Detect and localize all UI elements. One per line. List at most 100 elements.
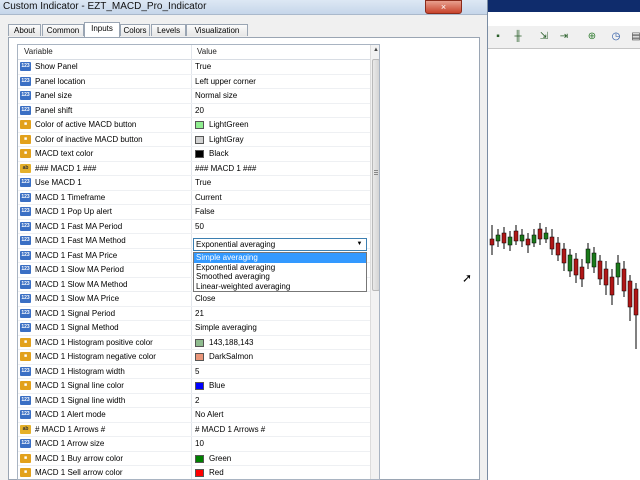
candle-body <box>549 236 555 250</box>
table-row[interactable]: 123 MACD 1 Signal line width 2 <box>18 394 370 408</box>
variable-name: MACD 1 Arrow size <box>35 439 105 448</box>
autoscroll-icon[interactable]: ⇲ <box>536 30 552 44</box>
variable-value[interactable]: Current <box>195 191 222 205</box>
variable-value[interactable]: 2 <box>195 394 199 408</box>
variable-value[interactable]: # MACD 1 Arrows # <box>195 423 265 437</box>
variable-value[interactable]: False <box>195 205 215 219</box>
candle-body <box>513 230 519 242</box>
color-swatch[interactable] <box>195 454 204 463</box>
numeric-param-icon: 123 <box>20 221 31 231</box>
color-swatch[interactable] <box>195 135 204 144</box>
scroll-thumb[interactable] <box>372 59 379 291</box>
variable-value[interactable]: Left upper corner <box>195 75 256 89</box>
table-row[interactable]: ■ MACD 1 Signal line color Blue <box>18 379 370 394</box>
variable-value[interactable]: Simple averaging <box>195 321 257 335</box>
table-row[interactable]: ■ MACD text color Black <box>18 147 370 162</box>
templates-icon[interactable]: ▤ <box>628 30 640 44</box>
table-row[interactable]: ■ MACD 1 Histogram positive color 143,188,… <box>18 336 370 350</box>
table-row[interactable]: 123 Use MACD 1 True <box>18 176 370 191</box>
variable-name: MACD 1 Buy arrow color <box>35 453 124 463</box>
dropdown-option[interactable]: Simple averaging <box>194 253 366 263</box>
chevron-down-icon[interactable]: ▼ <box>354 240 365 249</box>
variable-name: MACD 1 Histogram positive color <box>35 337 153 347</box>
tab-about[interactable]: About <box>8 24 41 36</box>
table-row[interactable]: 123 MACD 1 Pop Up alert False <box>18 205 370 220</box>
table-row[interactable]: 123 MACD 1 Alert mode No Alert <box>18 408 370 423</box>
color-swatch[interactable] <box>195 382 204 390</box>
variable-value[interactable]: Green <box>209 452 231 466</box>
variable-value[interactable]: Black <box>209 147 229 161</box>
chart-bars-icon[interactable]: ╫ <box>510 30 526 44</box>
column-header-variable[interactable]: Variable <box>24 45 53 59</box>
table-row[interactable]: ■ MACD 1 Buy arrow color Green <box>18 452 370 466</box>
add-indicator-icon[interactable]: ⊕ <box>584 30 600 44</box>
column-header-value[interactable]: Value <box>197 45 217 59</box>
variable-value[interactable]: DarkSalmon <box>209 350 253 364</box>
table-row[interactable]: ■ MACD 1 Histogram negative color DarkSalm… <box>18 350 370 365</box>
variable-value[interactable]: LightGreen <box>209 118 249 132</box>
table-row[interactable]: 123 MACD 1 Signal Method Simple averaging <box>18 321 370 336</box>
variable-value[interactable]: 143,188,143 <box>209 336 254 350</box>
table-row[interactable]: 123 Panel size Normal size <box>18 89 370 104</box>
variable-value[interactable]: Red <box>209 466 224 479</box>
table-row[interactable]: 123 MACD 1 Arrow size 10 <box>18 437 370 452</box>
candle-body <box>633 288 639 316</box>
candle-body <box>585 248 591 264</box>
candle-body <box>579 266 585 280</box>
variable-value[interactable]: Close <box>195 292 215 306</box>
color-swatch[interactable] <box>195 353 204 361</box>
table-row[interactable]: 123 Panel location Left upper corner <box>18 75 370 89</box>
variable-value[interactable]: Normal size <box>195 89 237 103</box>
candlestick-chart[interactable] <box>488 49 640 480</box>
string-param-icon: ab <box>20 424 31 434</box>
numeric-param-icon: 123 <box>20 294 31 303</box>
table-row[interactable]: ab ### MACD 1 ### ### MACD 1 ### <box>18 162 370 176</box>
variable-value[interactable]: LightGray <box>209 133 244 147</box>
table-row[interactable]: 123 MACD 1 Signal Period 21 <box>18 307 370 321</box>
variable-value[interactable]: 10 <box>195 437 204 451</box>
table-row[interactable]: 123 MACD 1 Fast MA Period 50 <box>18 220 370 234</box>
variable-value[interactable]: 20 <box>195 104 204 118</box>
fast-ma-method-select[interactable]: Exponential averaging ▼ <box>193 238 367 251</box>
dropdown-option[interactable]: Exponential averaging <box>194 263 366 273</box>
candle-body <box>615 262 621 278</box>
variable-name: MACD 1 Slow MA Period <box>35 265 124 274</box>
variable-value[interactable]: ### MACD 1 ### <box>195 162 256 176</box>
variable-value[interactable]: Blue <box>209 379 225 393</box>
variable-name: Panel shift <box>35 105 73 115</box>
variable-value[interactable]: 21 <box>195 307 204 321</box>
color-swatch[interactable] <box>195 121 204 129</box>
variable-value[interactable]: True <box>195 176 211 190</box>
tab-visualization[interactable]: Visualization <box>186 24 248 36</box>
variable-value[interactable]: No Alert <box>195 408 223 422</box>
periods-clock-icon[interactable]: ◷ <box>608 30 624 44</box>
table-row[interactable]: 123 MACD 1 Timeframe Current <box>18 191 370 205</box>
variable-value[interactable]: 5 <box>195 365 199 379</box>
color-swatch[interactable] <box>195 338 204 347</box>
table-row[interactable]: 123 Show Panel True <box>18 60 370 75</box>
custom-indicator-dialog: Custom Indicator - EZT_MACD_Pro_Indicato… <box>0 0 488 480</box>
scroll-up-icon[interactable]: ▲ <box>371 45 379 55</box>
table-row[interactable]: 123 Panel shift 20 <box>18 104 370 118</box>
table-row[interactable]: ab # MACD 1 Arrows # # MACD 1 Arrows # <box>18 423 370 437</box>
color-swatch[interactable] <box>195 469 204 477</box>
tab-colors[interactable]: Colors <box>120 24 150 36</box>
tab-levels[interactable]: Levels <box>151 24 186 36</box>
table-row[interactable]: 123 MACD 1 Slow MA Price Close <box>18 292 370 307</box>
color-swatch[interactable] <box>195 150 204 158</box>
vertical-scrollbar[interactable]: ▲ <box>370 45 379 479</box>
dropdown-option[interactable]: Smoothed averaging <box>194 272 366 282</box>
close-button[interactable]: × <box>425 0 462 14</box>
chart-shift-icon[interactable]: ⇥ <box>556 30 572 44</box>
tab-common[interactable]: Common <box>42 24 84 36</box>
tab-inputs[interactable]: Inputs <box>84 22 120 37</box>
variable-value[interactable]: 50 <box>195 220 204 234</box>
table-row[interactable]: ■ MACD 1 Sell arrow color Red <box>18 466 370 479</box>
dropdown-option[interactable]: Linear-weighted averaging <box>194 282 366 292</box>
variable-value[interactable]: True <box>195 60 211 74</box>
table-row[interactable]: ■ Color of active MACD button LightGreen <box>18 118 370 133</box>
title-bar[interactable]: Custom Indicator - EZT_MACD_Pro_Indicato… <box>0 0 487 15</box>
table-row[interactable]: ■ Color of inactive MACD button LightGray <box>18 133 370 147</box>
table-row[interactable]: 123 MACD 1 Histogram width 5 <box>18 365 370 379</box>
toolbar-icon[interactable]: ▪ <box>490 30 506 44</box>
